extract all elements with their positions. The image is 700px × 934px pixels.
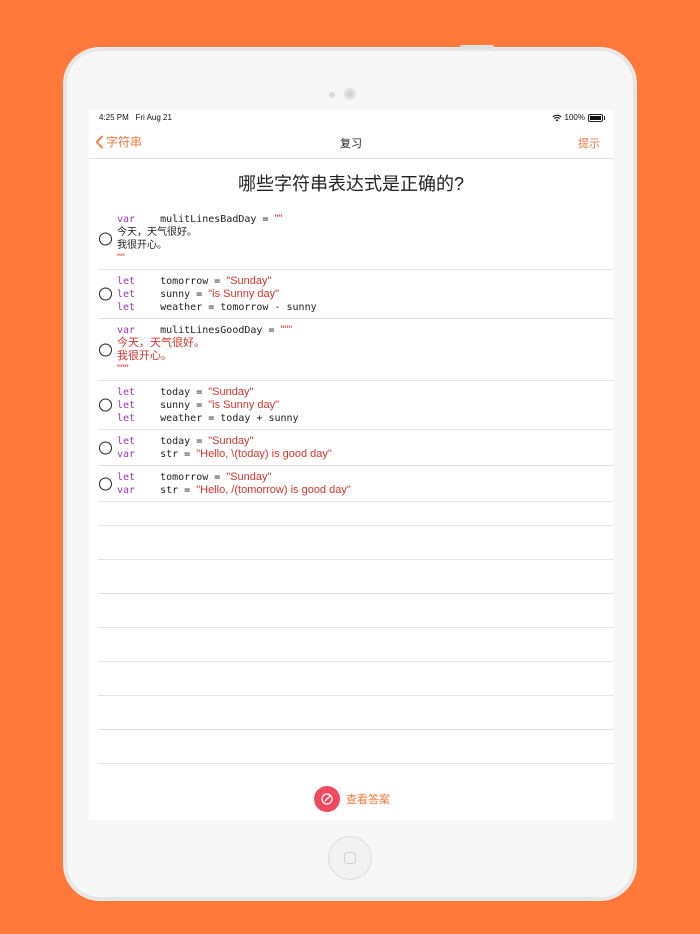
hint-button[interactable]: 提示 [578, 135, 600, 151]
view-answer-button[interactable]: 查看答案 [314, 786, 390, 812]
code-line: let today = "Sunday" [117, 435, 332, 448]
code-token: "Sunday" [226, 471, 272, 483]
code-token: let [117, 400, 136, 411]
code-token: let [117, 276, 136, 287]
code-line: let tomorrow = "Sunday" [117, 275, 317, 288]
question-text: 哪些字符串表达式是正确的? [237, 174, 464, 194]
code-snippet: var mulitLinesBadDay = "" 今天，天气很好。 我很开心。 "" [117, 208, 282, 269]
navigation-bar: 字符串 复习 提示 [89, 126, 613, 159]
sensor-dot [329, 92, 335, 98]
code-token: 我很开心。 [117, 240, 167, 251]
code-snippet: var mulitLinesGoodDay = """ 今天，天气很好。 我很开心。… [117, 319, 292, 380]
answer-option-5[interactable]: let today = "Sunday" var str = "Hello, \(… [98, 430, 613, 466]
code-line: var str = "Hello, \(today) is good day" [117, 448, 332, 461]
radio-button-icon[interactable] [99, 287, 112, 301]
code-token: weather = today + sunny [154, 413, 299, 424]
radio-button-icon[interactable] [99, 343, 112, 356]
code-line: let weather = today + sunny [117, 412, 299, 425]
app-screen: 4:25 PM Fri Aug 21 100% 字符串 复习 提示 哪些字符串表… [89, 110, 613, 820]
code-line: 我很开心。 [117, 350, 292, 363]
code-token: let [117, 387, 136, 398]
status-right: 100% [551, 113, 605, 122]
empty-row [98, 662, 613, 696]
code-line: 我很开心。 [117, 239, 282, 252]
code-token: "" [117, 252, 125, 264]
code-token: let [117, 472, 136, 483]
empty-row [98, 560, 613, 594]
view-answer-label: 查看答案 [346, 794, 390, 806]
empty-row [98, 526, 613, 560]
code-token: var [117, 449, 136, 460]
page-title: 复习 [340, 138, 362, 150]
status-bar: 4:25 PM Fri Aug 21 100% [89, 110, 613, 126]
battery-icon [588, 113, 605, 122]
code-line: var mulitLinesGoodDay = """ [117, 324, 292, 337]
code-token: 今天，天气很好。 [117, 227, 197, 238]
radio-button-icon[interactable] [99, 477, 112, 490]
options-list: var mulitLinesBadDay = "" 今天，天气很好。 我很开心。 ""… [98, 208, 613, 502]
edit-icon [314, 786, 340, 812]
code-line: let tomorrow = "Sunday" [117, 471, 351, 484]
radio-button-icon[interactable] [99, 232, 112, 245]
empty-row [98, 628, 613, 662]
status-time: 4:25 PM Fri Aug 21 [99, 113, 172, 122]
code-token: weather = tomorrow - sunny [154, 302, 317, 313]
empty-row [98, 696, 613, 730]
code-token: "" [274, 213, 283, 225]
radio-button-icon[interactable] [99, 441, 112, 454]
code-token: "Sunday" [208, 386, 254, 398]
code-token: """ [280, 324, 293, 336]
code-line: var mulitLinesBadDay = "" [117, 213, 282, 226]
code-token: var [117, 325, 136, 336]
code-token: let [117, 413, 136, 424]
code-snippet: let today = "Sunday" var str = "Hello, \(… [117, 430, 332, 465]
device-top-button [460, 45, 494, 49]
code-token: """ [117, 363, 129, 375]
code-token: var [117, 214, 136, 225]
code-token: 今天，天气很好。 [117, 337, 205, 349]
home-button[interactable] [328, 836, 372, 880]
code-token: "Sunday" [226, 275, 272, 287]
battery-percent: 100% [564, 113, 585, 122]
code-token: "Hello, \(today) is good day" [196, 448, 332, 460]
code-token: str = [154, 449, 197, 460]
code-line: let weather = tomorrow - sunny [117, 301, 317, 314]
answer-option-4[interactable]: let today = "Sunday" let sunny = "is Sunn… [98, 381, 613, 430]
empty-row [98, 594, 613, 628]
code-token: let [117, 289, 136, 300]
radio-button-icon[interactable] [99, 398, 112, 412]
answer-option-1[interactable]: var mulitLinesBadDay = "" 今天，天气很好。 我很开心。 "" [98, 208, 613, 270]
status-time-text: 4:25 PM [99, 113, 129, 122]
wifi-icon [551, 114, 562, 121]
code-token: 我很开心。 [117, 350, 172, 362]
answer-option-2[interactable]: let tomorrow = "Sunday" let sunny = "is S… [98, 270, 613, 319]
code-snippet: let today = "Sunday" let sunny = "is Sunn… [117, 381, 299, 429]
code-token: let [117, 436, 136, 447]
empty-rows [98, 492, 613, 764]
code-token: let [117, 302, 136, 313]
code-line: """ [117, 363, 292, 376]
empty-row [98, 492, 613, 526]
code-token: "Sunday" [208, 435, 254, 447]
status-date-text: Fri Aug 21 [135, 113, 172, 122]
empty-row [98, 730, 613, 764]
code-line: "" [117, 252, 282, 265]
answer-option-3[interactable]: var mulitLinesGoodDay = """ 今天，天气很好。 我很开心。… [98, 319, 613, 381]
camera-icon [344, 88, 356, 100]
code-snippet: let tomorrow = "Sunday" let sunny = "is S… [117, 270, 317, 318]
